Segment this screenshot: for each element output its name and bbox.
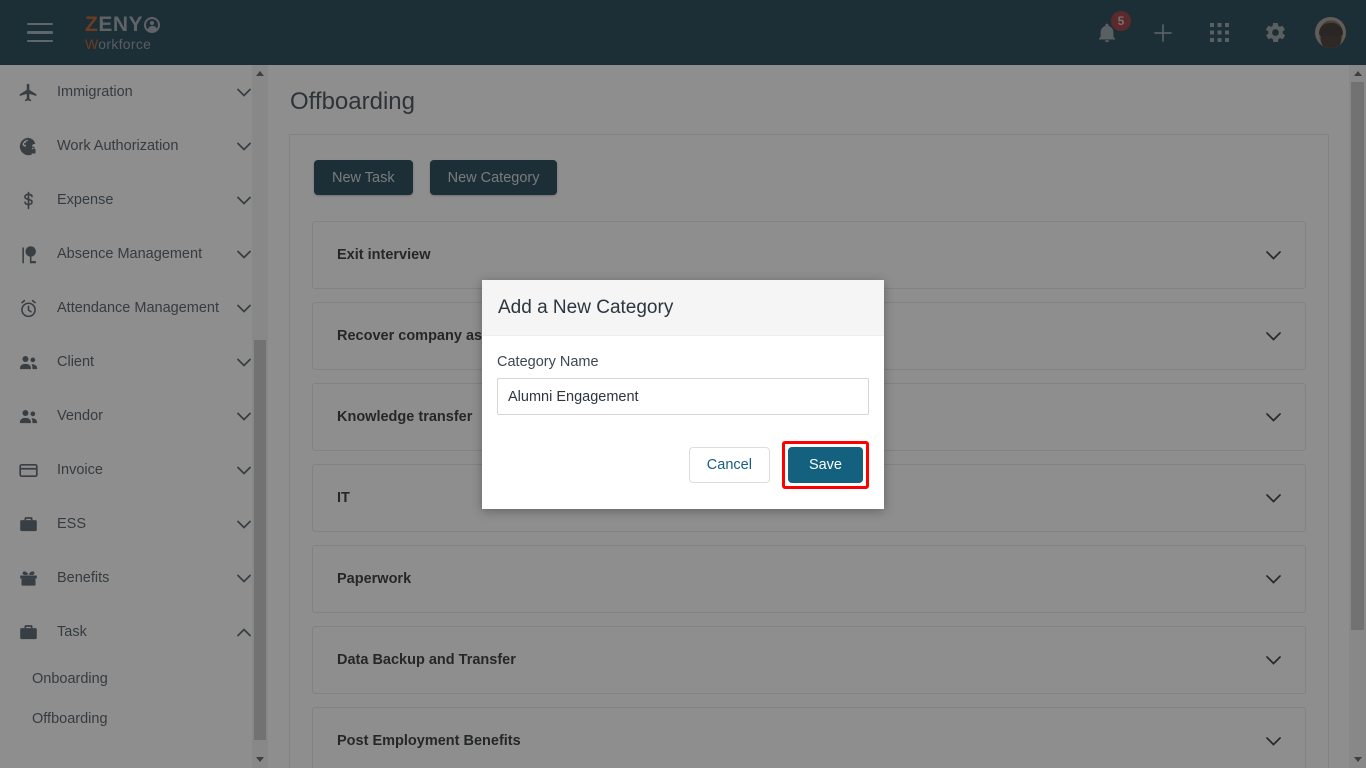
category-name-label: Category Name [497, 354, 599, 370]
category-name-input[interactable] [497, 378, 869, 415]
cancel-button[interactable]: Cancel [688, 447, 770, 483]
save-button-highlight: Save [781, 441, 869, 489]
add-category-modal: Add a New Category Category Name Cancel … [482, 280, 884, 509]
save-button[interactable]: Save [787, 447, 863, 483]
modal-title: Add a New Category [498, 297, 674, 318]
modal-footer: Cancel Save [482, 423, 884, 509]
modal-body: Category Name [482, 336, 884, 423]
modal-header: Add a New Category [482, 280, 884, 336]
